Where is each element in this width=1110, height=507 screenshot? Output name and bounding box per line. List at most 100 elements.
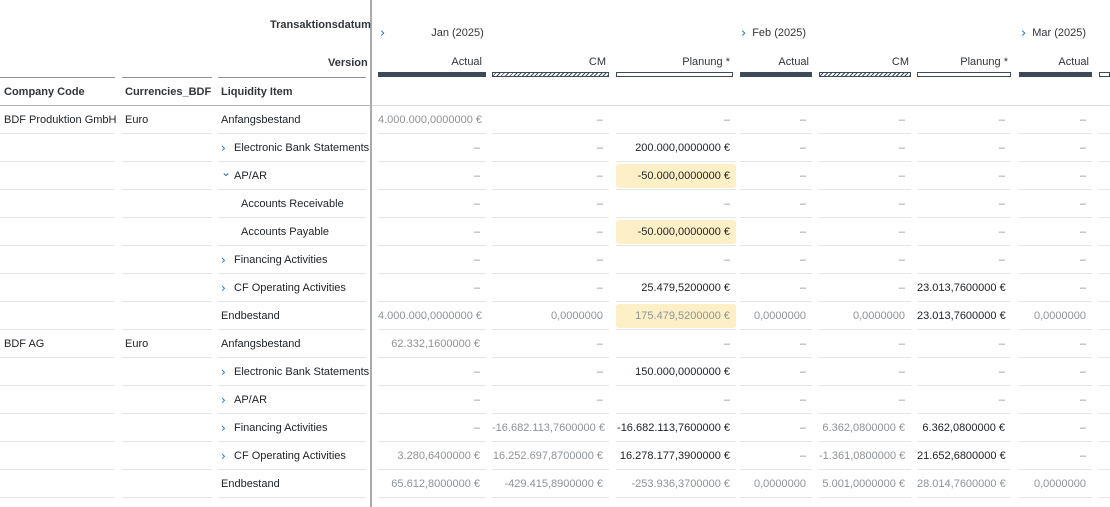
value-cell[interactable]: –	[1019, 190, 1092, 218]
liquidity-item-label[interactable]: CF Operating Activities	[234, 274, 346, 302]
liquidity-item-label[interactable]: Accounts Receivable	[241, 190, 344, 218]
chevron-right-icon[interactable]: ›	[380, 27, 385, 40]
value-cell[interactable]: –	[492, 274, 609, 302]
value-cell[interactable]: -50.000,0000000 €	[616, 220, 736, 244]
value-cell[interactable]: -429.415,8900000 €	[492, 470, 609, 498]
liquidity-item-label[interactable]: Accounts Payable	[241, 218, 329, 246]
version-header[interactable]: Actual	[1019, 56, 1089, 68]
liquidity-item-label[interactable]: Anfangsbestand	[221, 106, 301, 134]
value-cell[interactable]: –	[378, 162, 486, 190]
value-cell[interactable]: –	[740, 442, 812, 470]
value-cell[interactable]: –	[1019, 162, 1092, 190]
chevron-right-icon[interactable]: ›	[221, 386, 233, 414]
value-cell[interactable]: 6.362,0800000 €	[917, 414, 1011, 442]
month-header-feb[interactable]: › Feb (2025)	[741, 27, 806, 40]
value-cell[interactable]: –	[819, 106, 911, 134]
value-cell[interactable]: -253.936,3700000 €	[616, 470, 736, 498]
value-cell[interactable]: –	[740, 274, 812, 302]
value-cell[interactable]: –	[492, 246, 609, 274]
value-cell[interactable]: –	[1019, 218, 1092, 246]
value-cell[interactable]: –	[819, 274, 911, 302]
value-cell[interactable]: –	[1019, 274, 1092, 302]
version-header[interactable]: Actual	[378, 56, 482, 68]
value-cell[interactable]: 0,0000000	[492, 302, 609, 330]
value-cell[interactable]: 150.000,0000000 €	[616, 358, 736, 386]
value-cell[interactable]: –	[917, 330, 1011, 358]
value-cell[interactable]: 28.014,7600000 €	[917, 470, 1011, 498]
value-cell[interactable]: -16.682.113,7600000 €	[616, 414, 736, 442]
value-cell[interactable]: –	[740, 358, 812, 386]
value-cell[interactable]: 0,0000000	[740, 470, 812, 498]
value-cell[interactable]: –	[917, 162, 1011, 190]
value-cell[interactable]: –	[492, 330, 609, 358]
chevron-right-icon[interactable]: ›	[221, 442, 233, 470]
value-cell[interactable]: 3.280,6400000 €	[378, 442, 486, 470]
value-cell[interactable]: –	[492, 190, 609, 218]
value-cell[interactable]: 0,0000000	[1019, 470, 1092, 498]
value-cell[interactable]: –	[1019, 358, 1092, 386]
value-cell[interactable]: –	[492, 218, 609, 246]
liquidity-item-label[interactable]: Financing Activities	[234, 414, 328, 442]
value-cell[interactable]: –	[819, 162, 911, 190]
value-cell[interactable]: –	[1019, 386, 1092, 414]
value-cell[interactable]: –	[819, 246, 911, 274]
version-header[interactable]: Actual	[740, 56, 809, 68]
value-cell[interactable]: 16.252.697,8700000 €	[492, 442, 609, 470]
version-header[interactable]: Planung *	[616, 56, 730, 68]
value-cell[interactable]: –	[378, 414, 486, 442]
chevron-right-icon[interactable]: ›	[221, 246, 233, 274]
value-cell[interactable]: 23.013,7600000 €	[917, 302, 1011, 330]
liquidity-item-label[interactable]: AP/AR	[234, 386, 267, 414]
value-cell[interactable]: –	[1019, 414, 1092, 442]
value-cell[interactable]: –	[616, 386, 736, 414]
value-cell[interactable]: –	[819, 134, 911, 162]
value-cell[interactable]: –	[917, 246, 1011, 274]
liquidity-item-label[interactable]: Anfangsbestand	[221, 330, 301, 358]
value-cell[interactable]: –	[917, 134, 1011, 162]
value-cell[interactable]: –	[740, 106, 812, 134]
chevron-right-icon[interactable]: ›	[221, 274, 233, 302]
liquidity-item-label[interactable]: Endbestand	[221, 302, 280, 330]
liquidity-item-label[interactable]: Electronic Bank Statements	[234, 134, 369, 162]
value-cell[interactable]: –	[917, 190, 1011, 218]
value-cell[interactable]: 62.332,1600000 €	[378, 330, 486, 358]
column-header-currencies[interactable]: Currencies_BDF	[125, 86, 211, 98]
value-cell[interactable]: 21.652,6800000 €	[917, 442, 1011, 470]
value-cell[interactable]: –	[378, 218, 486, 246]
value-cell[interactable]: 6.362,0800000 €	[819, 414, 911, 442]
value-cell[interactable]: 5.001,0000000 €	[819, 470, 911, 498]
value-cell[interactable]: –	[819, 330, 911, 358]
value-cell[interactable]: –	[378, 246, 486, 274]
month-header-mar[interactable]: › Mar (2025)	[1021, 27, 1086, 40]
value-cell[interactable]: –	[740, 162, 812, 190]
value-cell[interactable]: –	[378, 358, 486, 386]
value-cell[interactable]: –	[819, 358, 911, 386]
value-cell[interactable]: –	[492, 162, 609, 190]
column-header-company-code[interactable]: Company Code	[4, 86, 85, 98]
value-cell[interactable]: –	[740, 386, 812, 414]
value-cell[interactable]: 4.000.000,0000000 €	[378, 302, 486, 330]
column-header-liquidity-item[interactable]: Liquidity Item	[221, 86, 293, 98]
version-header[interactable]: CM	[819, 56, 909, 68]
chevron-right-icon[interactable]: ›	[1021, 27, 1026, 40]
value-cell[interactable]: –	[378, 274, 486, 302]
value-cell[interactable]: 4.000.000,0000000 €	[378, 106, 486, 134]
value-cell[interactable]: –	[819, 190, 911, 218]
value-cell[interactable]: –	[740, 134, 812, 162]
value-cell[interactable]: -1.361,0800000 €	[819, 442, 911, 470]
value-cell[interactable]: 0,0000000	[1019, 302, 1092, 330]
value-cell[interactable]: 200.000,0000000 €	[616, 134, 736, 162]
value-cell[interactable]: –	[819, 386, 911, 414]
value-cell[interactable]: –	[616, 330, 736, 358]
value-cell[interactable]: 16.278.177,3900000 €	[616, 442, 736, 470]
value-cell[interactable]: 175.479,5200000 €	[616, 304, 736, 328]
value-cell[interactable]: 65.612,8000000 €	[378, 470, 486, 498]
value-cell[interactable]: –	[740, 330, 812, 358]
value-cell[interactable]: –	[492, 358, 609, 386]
value-cell[interactable]: 23.013,7600000 €	[917, 274, 1011, 302]
value-cell[interactable]: –	[616, 246, 736, 274]
chevron-right-icon[interactable]: ›	[221, 358, 233, 386]
liquidity-item-label[interactable]: AP/AR	[234, 162, 267, 190]
chevron-down-icon[interactable]: ⌄	[221, 158, 233, 186]
value-cell[interactable]: –	[819, 218, 911, 246]
